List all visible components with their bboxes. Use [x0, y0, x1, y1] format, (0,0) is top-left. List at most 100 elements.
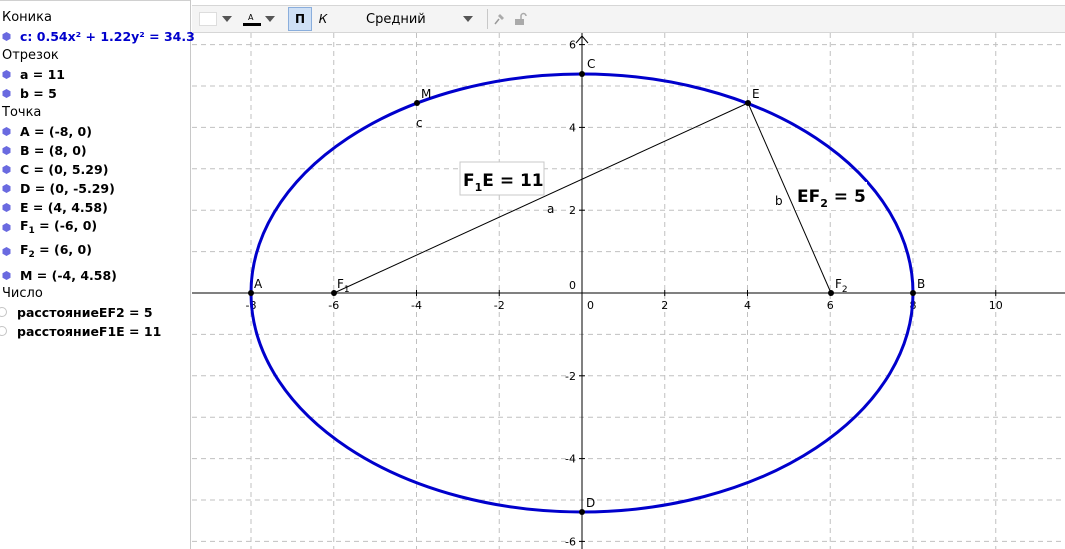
- number-ef2-item[interactable]: расстояниеEF2 = 5: [0, 303, 153, 321]
- text-ef2-post: = 5: [828, 187, 866, 207]
- point-e[interactable]: [745, 100, 751, 106]
- x-tick-label: -2: [494, 299, 505, 312]
- x-tick-label: -6: [328, 299, 339, 312]
- object-visible-icon[interactable]: [2, 164, 11, 174]
- number-f1e-item[interactable]: расстояниеF1E = 11: [0, 322, 162, 340]
- dropdown-arrow-icon: [265, 16, 275, 22]
- point-b-item[interactable]: B = (8, 0): [2, 141, 87, 159]
- point-d-item[interactable]: D = (0, -5.29): [2, 179, 115, 197]
- label-m: M: [421, 87, 431, 101]
- point-m-definition: M = (-4, 4.58): [20, 267, 117, 283]
- segment-a-item[interactable]: a = 11: [2, 65, 65, 83]
- text-ef2-sub: 2: [820, 197, 828, 210]
- point-f2-item[interactable]: F2 = (6, 0): [2, 242, 92, 260]
- color-swatch-icon: [199, 12, 217, 26]
- point-e-definition: E = (4, 4.58): [20, 199, 108, 215]
- toolbar-divider: [487, 9, 488, 29]
- y-tick-label: -2: [565, 370, 576, 383]
- point-b-definition: B = (8, 0): [20, 142, 87, 158]
- point-a-item[interactable]: A = (-8, 0): [2, 122, 92, 140]
- point-d[interactable]: [579, 509, 585, 515]
- object-visible-icon[interactable]: [2, 183, 11, 193]
- x-tick-label: -4: [411, 299, 422, 312]
- style-toolbar: A П К Средний: [192, 5, 1065, 33]
- text-f1e-sub: 1: [475, 181, 483, 194]
- x-tick-label: 6: [827, 299, 834, 312]
- segment-b-definition: b = 5: [20, 85, 57, 101]
- point-f2-definition: F2 = (6, 0): [20, 242, 92, 260]
- italic-toggle[interactable]: К: [316, 6, 330, 32]
- label-b: B: [917, 277, 925, 291]
- object-visible-icon[interactable]: [2, 222, 11, 232]
- point-m[interactable]: [414, 100, 420, 106]
- point-f1-item[interactable]: F1 = (-6, 0): [2, 218, 97, 236]
- text-color-button[interactable]: A: [242, 6, 276, 32]
- text-size-select[interactable]: Средний: [366, 6, 481, 32]
- conic-c-definition: c: 0.54x² + 1.22y² = 34.3: [20, 28, 195, 44]
- point-f2[interactable]: [828, 290, 834, 296]
- object-visible-icon[interactable]: [2, 88, 11, 98]
- object-visible-icon[interactable]: [2, 126, 11, 136]
- point-a-definition: A = (-8, 0): [20, 123, 92, 139]
- label-c: C: [587, 57, 595, 71]
- object-visible-icon[interactable]: [2, 270, 11, 280]
- y-tick-label: 2: [569, 204, 576, 217]
- background-color-button[interactable]: [199, 6, 233, 32]
- graphics-view[interactable]: -8 -6 -4 -2 0 2 4 6 8 106420-2-4-6 A B C D E M c …: [192, 33, 1065, 549]
- label-d: D: [586, 496, 595, 510]
- object-hidden-icon[interactable]: [0, 307, 7, 317]
- point-c-item[interactable]: C = (0, 5.29): [2, 160, 108, 178]
- object-hidden-icon[interactable]: [0, 326, 7, 336]
- point-e-item[interactable]: E = (4, 4.58): [2, 198, 108, 216]
- algebra-top-border: [0, 0, 190, 4]
- dropdown-arrow-icon: [463, 16, 473, 22]
- f1-rest: = (-6, 0): [34, 218, 98, 233]
- text-ef2-pre: EF: [797, 187, 820, 207]
- text-color-icon: A: [243, 13, 261, 26]
- lock-icon: [515, 12, 527, 25]
- label-f1-sub: 1: [344, 285, 350, 295]
- svg-text:A: A: [248, 13, 254, 22]
- point-f1-definition: F1 = (-6, 0): [20, 218, 97, 236]
- lock-button[interactable]: [513, 6, 527, 32]
- x-tick-label: 0: [587, 299, 594, 312]
- point-c[interactable]: [579, 71, 585, 77]
- bold-toggle[interactable]: П: [288, 7, 312, 31]
- x-tick-label: 10: [989, 299, 1003, 312]
- point-d-definition: D = (0, -5.29): [20, 180, 115, 196]
- object-visible-icon[interactable]: [2, 31, 11, 41]
- grid: [192, 33, 1065, 549]
- y-tick-label: 6: [569, 39, 576, 52]
- category-number: Число: [2, 286, 43, 301]
- pin-button[interactable]: [492, 6, 506, 32]
- object-visible-icon[interactable]: [2, 69, 11, 79]
- algebra-view: Коника c: 0.54x² + 1.22y² = 34.3 Отрезок…: [0, 0, 195, 549]
- segment-a[interactable]: [333, 102, 749, 294]
- label-f2-sub: 2: [842, 285, 848, 295]
- label-conic-c: c: [416, 116, 423, 130]
- conic-c-item[interactable]: c: 0.54x² + 1.22y² = 34.3: [2, 27, 195, 45]
- number-f1e-definition: расстояниеF1E = 11: [17, 323, 162, 339]
- axes: [192, 33, 1065, 549]
- label-f2: F2: [835, 277, 848, 295]
- point-m-item[interactable]: M = (-4, 4.58): [2, 266, 117, 284]
- object-visible-icon[interactable]: [2, 145, 11, 155]
- object-visible-icon[interactable]: [2, 246, 11, 256]
- segment-b-item[interactable]: b = 5: [2, 84, 57, 102]
- number-ef2-definition: расстояниеEF2 = 5: [17, 304, 153, 320]
- text-ef2[interactable]: EF2 = 5: [797, 187, 866, 210]
- label-a: A: [254, 277, 263, 291]
- object-visible-icon[interactable]: [2, 202, 11, 212]
- y-tick-label: 4: [569, 121, 576, 134]
- label-segment-a: a: [547, 202, 554, 216]
- point-b[interactable]: [910, 290, 916, 296]
- text-f1e-pre: F: [463, 171, 475, 191]
- segment-a-definition: a = 11: [20, 66, 66, 82]
- category-conic: Коника: [2, 10, 52, 25]
- label-f1: F1: [337, 277, 350, 295]
- y-tick-label: -4: [565, 453, 576, 466]
- y-tick-label: 0: [569, 279, 576, 292]
- f2-rest: = (6, 0): [34, 242, 92, 257]
- y-tick-label: -6: [565, 535, 576, 548]
- point-c-definition: C = (0, 5.29): [20, 161, 109, 177]
